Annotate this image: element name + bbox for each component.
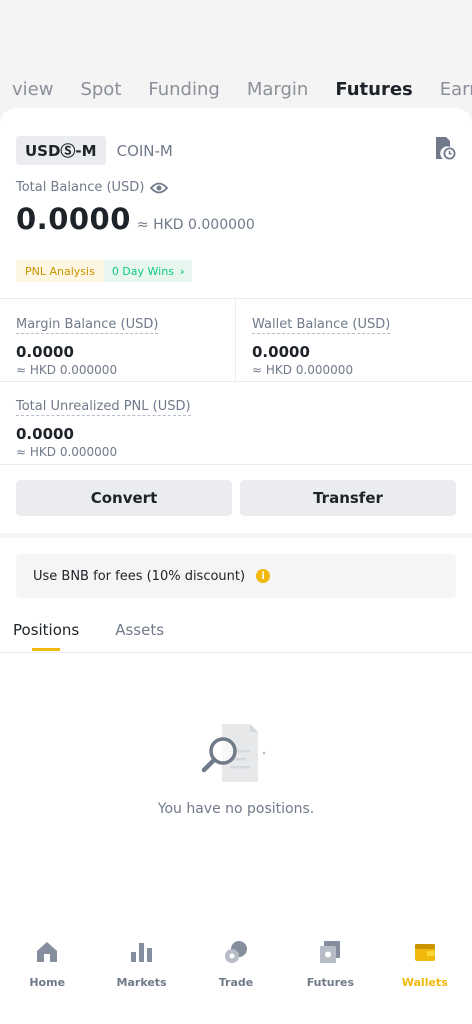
nav-markets-label: Markets xyxy=(116,976,167,989)
nav-wallets-label: Wallets xyxy=(401,976,448,989)
usds-m-option[interactable]: USDⓈ-M xyxy=(16,136,106,165)
tab-overview[interactable]: view xyxy=(12,76,53,104)
day-wins-badge[interactable]: 0 Day Wins › xyxy=(103,260,193,282)
wallet-balance-stat: Wallet Balance (USD) 0.0000 ≈ HKD 0.0000… xyxy=(252,313,391,377)
tab-assets[interactable]: Assets xyxy=(115,621,164,639)
total-balance-row: 0.0000 ≈ HKD 0.000000 xyxy=(16,202,255,236)
coin-m-option[interactable]: COIN-M xyxy=(108,138,182,164)
nav-home[interactable]: Home xyxy=(0,930,94,1024)
nav-trade-label: Trade xyxy=(218,976,254,989)
total-balance-label: Total Balance (USD) xyxy=(16,180,145,195)
futures-icon xyxy=(320,941,341,963)
section-separator xyxy=(0,533,472,538)
futures-wallet-card: USDⓈ-M COIN-M Total Balance (USD) 0.0000… xyxy=(0,108,472,1024)
total-balance-value: 0.0000 xyxy=(16,202,131,236)
divider xyxy=(0,464,472,465)
home-icon xyxy=(37,942,58,962)
info-icon[interactable]: i xyxy=(256,569,271,583)
nav-futures[interactable]: Futures xyxy=(283,930,377,1024)
margin-balance-fiat: ≈ HKD 0.000000 xyxy=(16,363,118,377)
bnb-fee-text: Use BNB for fees (10% discount) xyxy=(33,568,246,584)
account-tabs: view Spot Funding Margin Futures Earn xyxy=(0,70,472,110)
transfer-button[interactable]: Transfer xyxy=(240,480,456,516)
wallet-balance-fiat: ≈ HKD 0.000000 xyxy=(252,363,354,377)
wallet-balance-value: 0.0000 xyxy=(252,343,310,361)
tab-funding[interactable]: Funding xyxy=(148,76,219,104)
order-history-icon[interactable] xyxy=(434,136,456,160)
trade-coins-icon xyxy=(224,941,247,963)
empty-positions-message: You have no positions. xyxy=(157,801,315,817)
total-balance-label-row: Total Balance (USD) xyxy=(16,180,169,195)
margin-balance-stat: Margin Balance (USD) 0.0000 ≈ HKD 0.0000… xyxy=(16,313,159,377)
pnl-analysis-badge[interactable]: PNL Analysis xyxy=(16,260,104,282)
bar-chart-icon xyxy=(130,943,152,962)
bottom-navigation: Home Markets Trade Futures Wallets xyxy=(0,930,472,1024)
pnl-row[interactable]: PNL Analysis 0 Day Wins › xyxy=(16,260,193,282)
divider xyxy=(0,298,472,299)
total-balance-fiat: ≈ HKD 0.000000 xyxy=(136,217,255,233)
tab-positions[interactable]: Positions xyxy=(13,621,79,639)
eye-icon[interactable] xyxy=(150,182,169,194)
day-wins-label: 0 Day Wins xyxy=(111,264,174,278)
unrealized-pnl-value: 0.0000 xyxy=(16,425,74,443)
unrealized-pnl-fiat: ≈ HKD 0.000000 xyxy=(16,445,118,459)
tab-margin[interactable]: Margin xyxy=(247,76,308,104)
margin-type-switch: USDⓈ-M COIN-M xyxy=(16,136,182,165)
nav-futures-label: Futures xyxy=(306,976,355,989)
positions-assets-tabs: Positions Assets xyxy=(13,621,200,639)
tab-earn[interactable]: Earn xyxy=(440,76,472,104)
divider xyxy=(0,652,472,653)
unrealized-pnl-stat: Total Unrealized PNL (USD) 0.0000 ≈ HKD … xyxy=(16,395,191,459)
vertical-divider xyxy=(235,299,236,381)
wallet-balance-label[interactable]: Wallet Balance (USD) xyxy=(252,317,391,334)
nav-wallets[interactable]: Wallets xyxy=(378,930,472,1024)
search-document-icon xyxy=(201,724,266,782)
chevron-right-icon: › xyxy=(179,264,185,278)
unrealized-pnl-label[interactable]: Total Unrealized PNL (USD) xyxy=(16,399,191,416)
tab-futures[interactable]: Futures xyxy=(335,76,412,104)
convert-button[interactable]: Convert xyxy=(16,480,232,516)
wallet-icon xyxy=(414,944,435,961)
nav-markets[interactable]: Markets xyxy=(94,930,188,1024)
bnb-fee-notice[interactable]: Use BNB for fees (10% discount) i xyxy=(16,554,456,598)
tab-spot[interactable]: Spot xyxy=(80,76,121,104)
margin-balance-label[interactable]: Margin Balance (USD) xyxy=(16,317,159,334)
margin-balance-value: 0.0000 xyxy=(16,343,74,361)
nav-home-label: Home xyxy=(29,976,66,989)
divider xyxy=(0,381,472,382)
nav-trade[interactable]: Trade xyxy=(189,930,283,1024)
